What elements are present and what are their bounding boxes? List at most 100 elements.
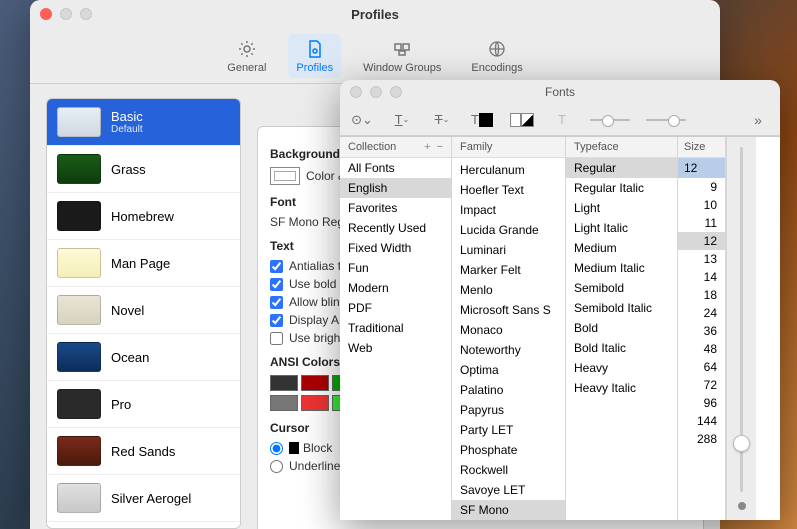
ansi-red[interactable] (301, 375, 329, 391)
collection-row[interactable]: PDF (340, 298, 451, 318)
collection-row[interactable]: Fun (340, 258, 451, 278)
typeface-list[interactable]: RegularRegular ItalicLightLight ItalicMe… (566, 158, 677, 520)
action-menu[interactable]: ⊙⌄ (350, 108, 374, 132)
typeface-row[interactable]: Regular Italic (566, 178, 677, 198)
size-row[interactable]: 10 (678, 196, 725, 214)
tab-general[interactable]: General (219, 34, 274, 78)
profile-item-homebrew[interactable]: Homebrew (47, 193, 240, 240)
size-input[interactable] (678, 158, 725, 178)
size-row[interactable]: 9 (678, 178, 725, 196)
family-row[interactable]: Party LET (452, 420, 565, 440)
typeface-row[interactable]: Medium (566, 238, 677, 258)
size-row[interactable]: 24 (678, 304, 725, 322)
typeface-row[interactable]: Regular (566, 158, 677, 178)
collection-list[interactable]: All FontsEnglishFavoritesRecently UsedFi… (340, 158, 451, 520)
profile-item-ocean[interactable]: Ocean (47, 334, 240, 381)
size-row[interactable]: 48 (678, 340, 725, 358)
cursor-block-radio[interactable] (270, 442, 283, 455)
family-row[interactable]: Monaco (452, 320, 565, 340)
profile-item-basic[interactable]: BasicDefault (47, 99, 240, 146)
family-list[interactable]: Helvetica NeueHerculanumHoefler TextImpa… (452, 158, 565, 520)
size-slider-thumb[interactable] (733, 435, 750, 452)
family-row[interactable]: Microsoft Sans S (452, 300, 565, 320)
add-collection-button[interactable]: + (424, 141, 430, 153)
size-row[interactable]: 18 (678, 286, 725, 304)
profile-item-pro[interactable]: Pro (47, 381, 240, 428)
cursor-underline-radio[interactable] (270, 460, 283, 473)
typeface-row[interactable]: Semibold Italic (566, 298, 677, 318)
profile-item-silver-aerogel[interactable]: Silver Aerogel (47, 475, 240, 522)
collection-row[interactable]: English (340, 178, 451, 198)
collection-row[interactable]: Favorites (340, 198, 451, 218)
size-row[interactable]: 11 (678, 214, 725, 232)
collection-row[interactable]: Modern (340, 278, 451, 298)
family-row[interactable]: Hoefler Text (452, 180, 565, 200)
family-row[interactable]: Herculanum (452, 160, 565, 180)
collection-row[interactable]: Recently Used (340, 218, 451, 238)
size-row[interactable]: 64 (678, 358, 725, 376)
document-color[interactable] (510, 108, 534, 132)
family-row[interactable]: Papyrus (452, 400, 565, 420)
strikethrough-menu[interactable]: T⌄ (430, 108, 454, 132)
collection-row[interactable]: Web (340, 338, 451, 358)
shadow-slider-2[interactable] (646, 113, 686, 127)
typeface-row[interactable]: Heavy (566, 358, 677, 378)
underline-menu[interactable]: T⌄ (390, 108, 414, 132)
typeface-row[interactable]: Medium Italic (566, 258, 677, 278)
family-row[interactable]: Noteworthy (452, 340, 565, 360)
typeface-row[interactable]: Bold Italic (566, 338, 677, 358)
size-row[interactable]: 288 (678, 430, 725, 448)
size-row[interactable]: 36 (678, 322, 725, 340)
collection-row[interactable]: Traditional (340, 318, 451, 338)
size-row[interactable]: 14 (678, 268, 725, 286)
profile-item-novel[interactable]: Novel (47, 287, 240, 334)
family-row[interactable]: Palatino (452, 380, 565, 400)
profile-item-man-page[interactable]: Man Page (47, 240, 240, 287)
ansi-black[interactable] (270, 375, 298, 391)
collection-row[interactable]: All Fonts (340, 158, 451, 178)
ansi-checkbox[interactable] (270, 314, 283, 327)
family-row[interactable]: Luminari (452, 240, 565, 260)
shadow-slider-1[interactable] (590, 113, 630, 127)
ansi-bright-red[interactable] (301, 395, 329, 411)
profile-item-red-sands[interactable]: Red Sands (47, 428, 240, 475)
text-color[interactable]: T (470, 108, 494, 132)
remove-collection-button[interactable]: − (437, 141, 443, 153)
collection-row[interactable]: Fixed Width (340, 238, 451, 258)
typeface-row[interactable]: Semibold (566, 278, 677, 298)
size-row[interactable]: 96 (678, 394, 725, 412)
blink-checkbox[interactable] (270, 296, 283, 309)
typeface-row[interactable]: Light (566, 198, 677, 218)
size-list[interactable]: 9101112131418243648647296144288 (678, 178, 725, 520)
shadow-toggle[interactable]: T (550, 108, 574, 132)
bold-checkbox[interactable] (270, 278, 283, 291)
background-color-well[interactable] (270, 167, 300, 185)
size-row[interactable]: 144 (678, 412, 725, 430)
typeface-row[interactable]: Light Italic (566, 218, 677, 238)
tab-window-groups[interactable]: Window Groups (355, 34, 449, 78)
family-row[interactable]: Phosphate (452, 440, 565, 460)
size-row[interactable]: 12 (678, 232, 725, 250)
tab-encodings[interactable]: Encodings (463, 34, 530, 78)
typeface-row[interactable]: Heavy Italic (566, 378, 677, 398)
ansi-bright-black[interactable] (270, 395, 298, 411)
overflow-button[interactable]: » (746, 108, 770, 132)
family-row[interactable]: Optima (452, 360, 565, 380)
size-row[interactable]: 72 (678, 376, 725, 394)
family-row[interactable]: Savoye LET (452, 480, 565, 500)
family-row[interactable]: Rockwell (452, 460, 565, 480)
family-row[interactable]: SF Mono (452, 500, 565, 520)
profiles-sidebar[interactable]: BasicDefaultGrassHomebrewMan PageNovelOc… (46, 98, 241, 529)
family-row[interactable]: Menlo (452, 280, 565, 300)
size-row[interactable]: 13 (678, 250, 725, 268)
typeface-row[interactable]: Bold (566, 318, 677, 338)
profile-thumb (57, 436, 101, 466)
antialias-checkbox[interactable] (270, 260, 283, 273)
tab-profiles[interactable]: Profiles (288, 34, 341, 78)
family-row[interactable]: Lucida Grande (452, 220, 565, 240)
bright-checkbox[interactable] (270, 332, 283, 345)
size-slider[interactable] (740, 147, 743, 492)
family-row[interactable]: Marker Felt (452, 260, 565, 280)
family-row[interactable]: Impact (452, 200, 565, 220)
profile-item-grass[interactable]: Grass (47, 146, 240, 193)
